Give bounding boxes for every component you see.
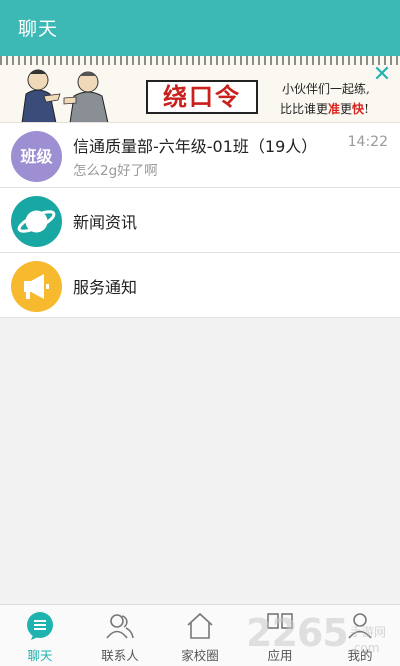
banner-line-2-suffix: ! xyxy=(364,102,369,116)
close-icon[interactable]: ✕ xyxy=(371,64,393,86)
watermark-suffix: .com xyxy=(350,641,380,655)
tab-home-school[interactable]: 家校圈 xyxy=(160,605,240,666)
message-time: 14:22 xyxy=(347,134,388,150)
watermark-site-name: 手游网 xyxy=(350,625,387,639)
chat-item-notice[interactable]: 服务通知 xyxy=(0,253,400,318)
ad-banner[interactable]: 绕口令 小伙伴们一起练, 比比谁更准更快! ✕ xyxy=(0,56,400,123)
chat-name: 服务通知 xyxy=(73,278,138,297)
bottom-tab-bar: 聊天 联系人 家校圈 应用 我的 2265 手游网 .com xyxy=(0,604,400,666)
home-icon xyxy=(187,612,213,639)
tab-contacts[interactable]: 联系人 xyxy=(80,605,160,666)
watermark-number: 2265 xyxy=(246,611,349,655)
planet-icon xyxy=(11,196,62,247)
banner-line-2-prefix: 比比谁更 xyxy=(280,102,329,116)
tab-label: 联系人 xyxy=(101,648,139,663)
page-title: 聊天 xyxy=(18,18,59,40)
chat-name: 信通质量部-六年级-01班（19人） xyxy=(73,137,318,156)
megaphone-icon xyxy=(11,261,62,312)
banner-line-2-mid: 更 xyxy=(340,102,353,116)
tab-label: 聊天 xyxy=(27,648,53,663)
avatar: 班级 xyxy=(11,131,62,182)
contacts-icon xyxy=(106,614,134,639)
chat-item-class-group[interactable]: 班级 信通质量部-六年级-01班（19人） 怎么2g好了啊 14:22 xyxy=(0,123,400,188)
chat-list: 班级 信通质量部-六年级-01班（19人） 怎么2g好了啊 14:22 新闻资讯… xyxy=(0,123,400,318)
last-message: 怎么2g好了啊 xyxy=(73,163,158,179)
chat-name: 新闻资讯 xyxy=(73,213,138,232)
banner-line-2-red2: 快 xyxy=(352,102,365,116)
chat-item-news[interactable]: 新闻资讯 xyxy=(0,188,400,253)
banner-line-1: 小伙伴们一起练, xyxy=(282,82,370,96)
top-bar: 聊天 xyxy=(0,0,400,56)
site-watermark: 2265 手游网 .com xyxy=(246,611,396,665)
tab-chat[interactable]: 聊天 xyxy=(0,605,80,666)
banner-line-2: 比比谁更准更快! xyxy=(280,100,369,117)
banner-line-2-red1: 准 xyxy=(328,102,341,116)
tab-label: 家校圈 xyxy=(181,648,219,663)
banner-headline: 绕口令 xyxy=(146,80,258,114)
banner-illustration xyxy=(21,69,109,122)
chat-bubble-icon xyxy=(27,612,53,640)
